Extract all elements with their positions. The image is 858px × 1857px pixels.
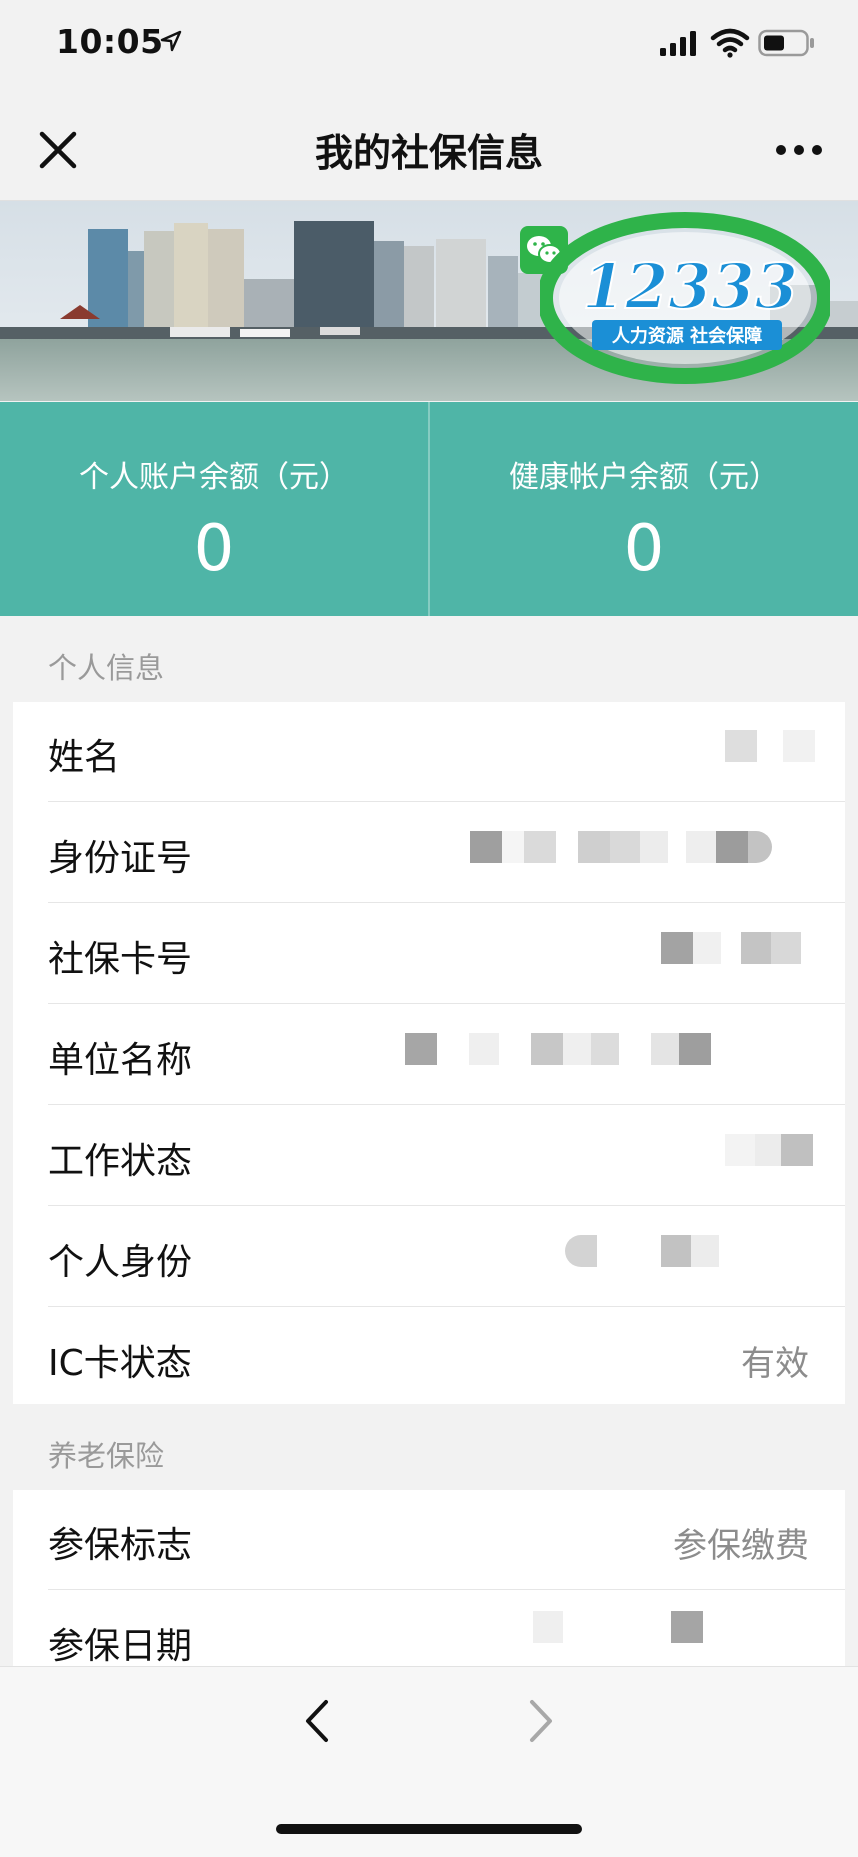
logo-number: 12333: [582, 250, 798, 323]
row-label: 个人身份: [48, 1242, 193, 1283]
row-divider: [48, 1205, 845, 1206]
row-value: 参保缴费: [673, 1526, 809, 1566]
pension-row-enrollment-date: 参保日期: [13, 1591, 845, 1666]
personal-info-card: 姓名 身份证号 社保卡号 单位名称 工作状态 个人身份 IC卡状态 有效: [13, 702, 845, 1404]
info-row-name: 姓名: [13, 702, 845, 802]
section-header-personal-info: 个人信息: [48, 651, 165, 685]
row-divider: [48, 1306, 845, 1307]
info-row-work-status: 工作状态: [13, 1106, 845, 1206]
info-row-personal-identity: 个人身份: [13, 1207, 845, 1307]
row-label: IC卡状态: [48, 1343, 192, 1384]
balance-label: 个人账户余额（元）: [79, 460, 349, 495]
back-arrow-icon[interactable]: [298, 1696, 334, 1746]
forward-arrow-icon[interactable]: [524, 1696, 560, 1746]
row-value: 有效: [741, 1344, 809, 1384]
page-title: 我的社保信息: [314, 131, 543, 175]
info-row-social-card-number: 社保卡号: [13, 904, 845, 1004]
balance-value: 0: [623, 512, 665, 586]
redacted-value: [661, 932, 841, 972]
pension-card: 参保标志 参保缴费 参保日期: [13, 1490, 845, 1666]
row-label: 参保标志: [48, 1525, 193, 1566]
health-account-balance: 健康帐户余额（元） 0: [430, 402, 858, 616]
wifi-icon: [710, 28, 750, 58]
balance-label: 健康帐户余额（元）: [509, 460, 779, 495]
row-divider: [48, 801, 845, 802]
row-divider: [48, 902, 845, 903]
redacted-value: [565, 1235, 765, 1275]
redacted-value: [533, 1611, 733, 1651]
row-label: 工作状态: [48, 1141, 193, 1182]
redacted-value: [725, 1134, 835, 1174]
row-label: 单位名称: [48, 1040, 193, 1081]
row-label: 身份证号: [48, 838, 193, 879]
row-label: 姓名: [48, 737, 121, 778]
redacted-value: [405, 1033, 825, 1073]
logo-tagline: 人力资源 社会保障: [612, 325, 762, 347]
row-divider: [48, 1104, 845, 1105]
row-divider: [48, 1589, 845, 1590]
location-arrow-icon: [160, 30, 182, 52]
section-header-pension: 养老保险: [48, 1439, 165, 1473]
home-indicator[interactable]: [276, 1824, 582, 1834]
row-label: 参保日期: [48, 1626, 193, 1666]
battery-icon: [758, 29, 814, 57]
personal-account-balance: 个人账户余额（元） 0: [0, 402, 428, 616]
balance-value: 0: [193, 512, 235, 586]
pension-row-enrollment-flag: 参保标志 参保缴费: [13, 1490, 845, 1590]
info-row-id-number: 身份证号: [13, 803, 845, 903]
info-row-ic-card-status: IC卡状态 有效: [13, 1308, 845, 1408]
info-row-employer: 单位名称: [13, 1005, 845, 1105]
12333-logo: 12333 人力资源 社会保障: [540, 212, 830, 384]
redacted-value: [725, 730, 835, 770]
row-divider: [48, 1003, 845, 1004]
more-options-icon[interactable]: [774, 140, 824, 160]
cellular-signal-icon: [660, 31, 696, 56]
status-time: 10:05: [56, 22, 164, 61]
redacted-value: [470, 831, 830, 871]
row-label: 社保卡号: [48, 939, 193, 980]
